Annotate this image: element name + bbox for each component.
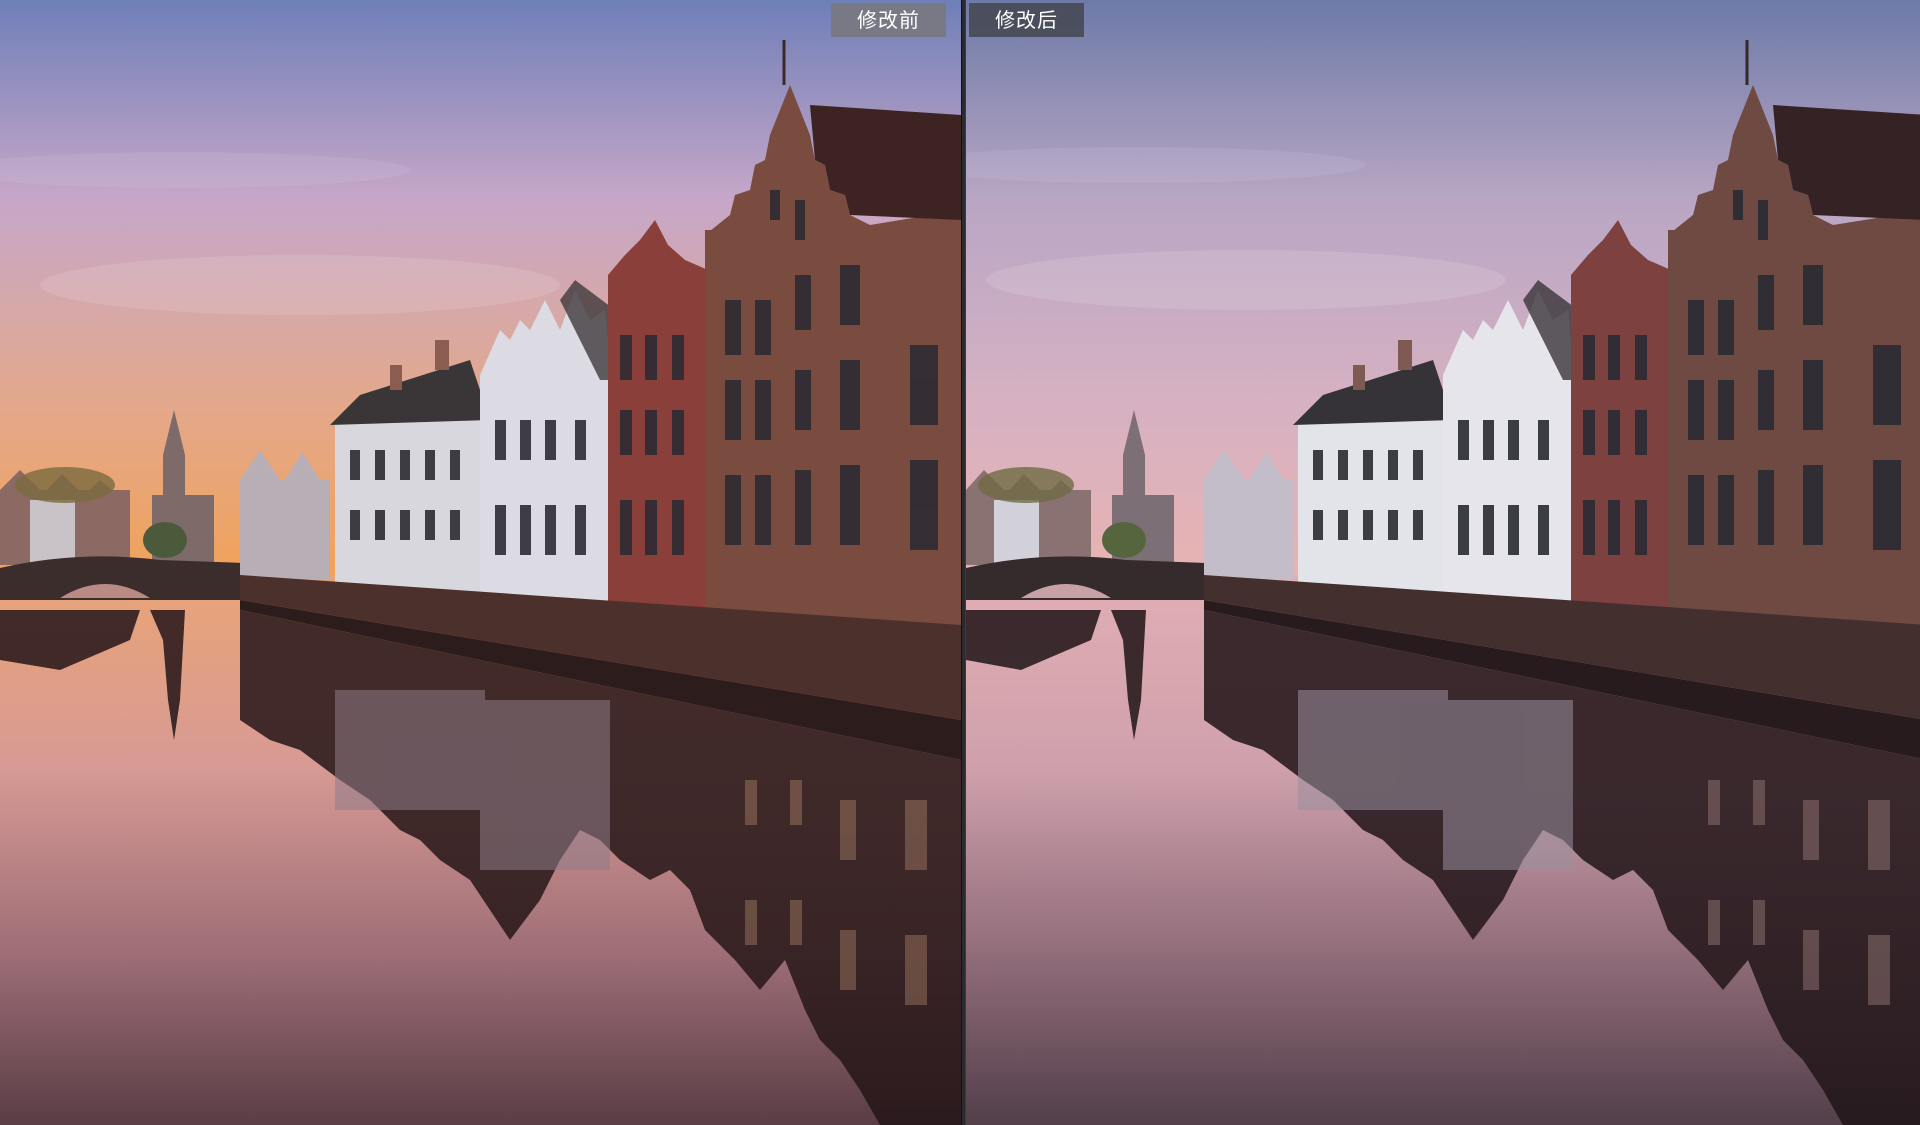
before-panel: 修改前 <box>0 0 961 1125</box>
after-label: 修改后 <box>969 3 1084 37</box>
before-after-comparison: 修改前 修改后 <box>0 0 1920 1125</box>
before-label: 修改前 <box>831 3 946 37</box>
after-panel: 修改后 <box>966 0 1920 1125</box>
before-image <box>0 0 961 1125</box>
after-image <box>966 0 1920 1125</box>
